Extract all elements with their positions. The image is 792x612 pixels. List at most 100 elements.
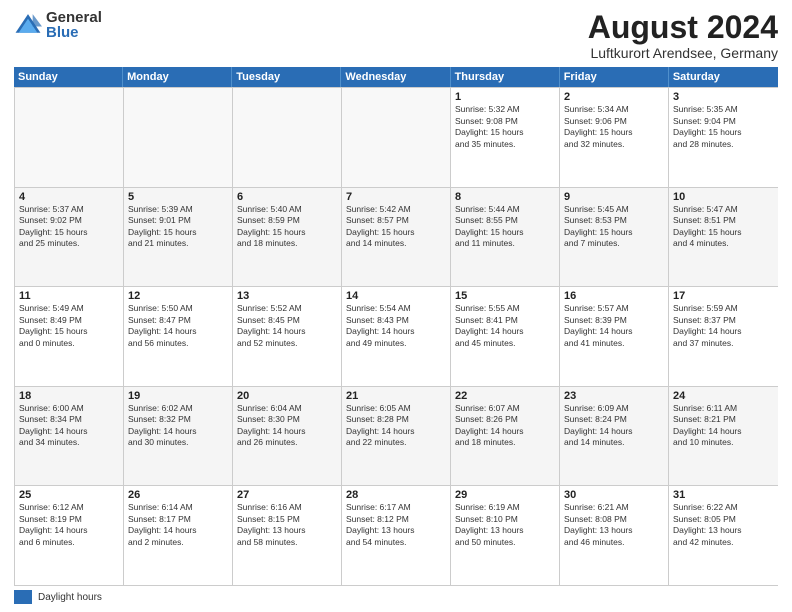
calendar-cell: 12Sunrise: 5:50 AM Sunset: 8:47 PM Dayli…: [124, 287, 233, 386]
day-info: Sunrise: 5:45 AM Sunset: 8:53 PM Dayligh…: [564, 204, 664, 250]
calendar-cell: 8Sunrise: 5:44 AM Sunset: 8:55 PM Daylig…: [451, 188, 560, 287]
day-info: Sunrise: 5:40 AM Sunset: 8:59 PM Dayligh…: [237, 204, 337, 250]
logo: General Blue: [14, 10, 102, 40]
day-info: Sunrise: 5:59 AM Sunset: 8:37 PM Dayligh…: [673, 303, 774, 349]
calendar-cell: 7Sunrise: 5:42 AM Sunset: 8:57 PM Daylig…: [342, 188, 451, 287]
calendar-cell: 21Sunrise: 6:05 AM Sunset: 8:28 PM Dayli…: [342, 387, 451, 486]
day-number: 13: [237, 290, 337, 302]
calendar-cell: [342, 88, 451, 187]
calendar-cell: 2Sunrise: 5:34 AM Sunset: 9:06 PM Daylig…: [560, 88, 669, 187]
calendar-cell: 15Sunrise: 5:55 AM Sunset: 8:41 PM Dayli…: [451, 287, 560, 386]
day-info: Sunrise: 6:19 AM Sunset: 8:10 PM Dayligh…: [455, 502, 555, 548]
day-number: 4: [19, 191, 119, 203]
day-info: Sunrise: 5:44 AM Sunset: 8:55 PM Dayligh…: [455, 204, 555, 250]
day-info: Sunrise: 5:39 AM Sunset: 9:01 PM Dayligh…: [128, 204, 228, 250]
calendar-cell: 19Sunrise: 6:02 AM Sunset: 8:32 PM Dayli…: [124, 387, 233, 486]
day-number: 31: [673, 489, 774, 501]
day-info: Sunrise: 5:57 AM Sunset: 8:39 PM Dayligh…: [564, 303, 664, 349]
calendar: SundayMondayTuesdayWednesdayThursdayFrid…: [14, 67, 778, 586]
calendar-cell: 4Sunrise: 5:37 AM Sunset: 9:02 PM Daylig…: [15, 188, 124, 287]
day-info: Sunrise: 6:22 AM Sunset: 8:05 PM Dayligh…: [673, 502, 774, 548]
calendar-cell: 28Sunrise: 6:17 AM Sunset: 8:12 PM Dayli…: [342, 486, 451, 585]
calendar-cell: 3Sunrise: 5:35 AM Sunset: 9:04 PM Daylig…: [669, 88, 778, 187]
day-number: 6: [237, 191, 337, 203]
day-info: Sunrise: 6:21 AM Sunset: 8:08 PM Dayligh…: [564, 502, 664, 548]
day-number: 22: [455, 390, 555, 402]
month-title: August 2024: [588, 10, 778, 45]
day-number: 27: [237, 489, 337, 501]
header-friday: Friday: [560, 67, 669, 87]
day-info: Sunrise: 5:54 AM Sunset: 8:43 PM Dayligh…: [346, 303, 446, 349]
daylight-color-box: [14, 590, 32, 604]
day-number: 21: [346, 390, 446, 402]
day-number: 16: [564, 290, 664, 302]
day-info: Sunrise: 5:37 AM Sunset: 9:02 PM Dayligh…: [19, 204, 119, 250]
day-number: 18: [19, 390, 119, 402]
calendar-cell: 18Sunrise: 6:00 AM Sunset: 8:34 PM Dayli…: [15, 387, 124, 486]
day-number: 26: [128, 489, 228, 501]
day-info: Sunrise: 6:17 AM Sunset: 8:12 PM Dayligh…: [346, 502, 446, 548]
day-info: Sunrise: 6:16 AM Sunset: 8:15 PM Dayligh…: [237, 502, 337, 548]
day-number: 8: [455, 191, 555, 203]
day-number: 10: [673, 191, 774, 203]
day-number: 20: [237, 390, 337, 402]
header-tuesday: Tuesday: [232, 67, 341, 87]
day-number: 15: [455, 290, 555, 302]
day-number: 11: [19, 290, 119, 302]
day-number: 29: [455, 489, 555, 501]
calendar-cell: 30Sunrise: 6:21 AM Sunset: 8:08 PM Dayli…: [560, 486, 669, 585]
day-number: 19: [128, 390, 228, 402]
calendar-cell: 11Sunrise: 5:49 AM Sunset: 8:49 PM Dayli…: [15, 287, 124, 386]
day-number: 25: [19, 489, 119, 501]
calendar-cell: 31Sunrise: 6:22 AM Sunset: 8:05 PM Dayli…: [669, 486, 778, 585]
logo-icon: [14, 11, 42, 39]
day-info: Sunrise: 5:50 AM Sunset: 8:47 PM Dayligh…: [128, 303, 228, 349]
calendar-cell: 23Sunrise: 6:09 AM Sunset: 8:24 PM Dayli…: [560, 387, 669, 486]
calendar-header: SundayMondayTuesdayWednesdayThursdayFrid…: [14, 67, 778, 87]
day-number: 9: [564, 191, 664, 203]
header-wednesday: Wednesday: [341, 67, 450, 87]
calendar-cell: 20Sunrise: 6:04 AM Sunset: 8:30 PM Dayli…: [233, 387, 342, 486]
logo-blue-text: Blue: [46, 25, 102, 40]
daylight-label: Daylight hours: [38, 592, 102, 603]
day-number: 17: [673, 290, 774, 302]
calendar-cell: 16Sunrise: 5:57 AM Sunset: 8:39 PM Dayli…: [560, 287, 669, 386]
day-info: Sunrise: 5:34 AM Sunset: 9:06 PM Dayligh…: [564, 104, 664, 150]
day-info: Sunrise: 5:55 AM Sunset: 8:41 PM Dayligh…: [455, 303, 555, 349]
calendar-cell: 6Sunrise: 5:40 AM Sunset: 8:59 PM Daylig…: [233, 188, 342, 287]
calendar-cell: [233, 88, 342, 187]
header-sunday: Sunday: [14, 67, 123, 87]
day-info: Sunrise: 5:32 AM Sunset: 9:08 PM Dayligh…: [455, 104, 555, 150]
calendar-cell: 10Sunrise: 5:47 AM Sunset: 8:51 PM Dayli…: [669, 188, 778, 287]
calendar-cell: 13Sunrise: 5:52 AM Sunset: 8:45 PM Dayli…: [233, 287, 342, 386]
day-info: Sunrise: 6:09 AM Sunset: 8:24 PM Dayligh…: [564, 403, 664, 449]
day-number: 7: [346, 191, 446, 203]
header-thursday: Thursday: [451, 67, 560, 87]
header-saturday: Saturday: [669, 67, 778, 87]
calendar-row-3: 18Sunrise: 6:00 AM Sunset: 8:34 PM Dayli…: [15, 387, 778, 487]
calendar-row-2: 11Sunrise: 5:49 AM Sunset: 8:49 PM Dayli…: [15, 287, 778, 387]
calendar-body: 1Sunrise: 5:32 AM Sunset: 9:08 PM Daylig…: [14, 87, 778, 586]
calendar-cell: 27Sunrise: 6:16 AM Sunset: 8:15 PM Dayli…: [233, 486, 342, 585]
calendar-cell: 5Sunrise: 5:39 AM Sunset: 9:01 PM Daylig…: [124, 188, 233, 287]
footer: Daylight hours: [14, 586, 778, 604]
calendar-cell: 29Sunrise: 6:19 AM Sunset: 8:10 PM Dayli…: [451, 486, 560, 585]
page-header: General Blue August 2024 Luftkurort Aren…: [14, 10, 778, 61]
calendar-cell: [124, 88, 233, 187]
day-number: 30: [564, 489, 664, 501]
day-number: 12: [128, 290, 228, 302]
calendar-cell: 22Sunrise: 6:07 AM Sunset: 8:26 PM Dayli…: [451, 387, 560, 486]
logo-general-text: General: [46, 10, 102, 25]
day-number: 28: [346, 489, 446, 501]
day-info: Sunrise: 5:49 AM Sunset: 8:49 PM Dayligh…: [19, 303, 119, 349]
calendar-cell: 1Sunrise: 5:32 AM Sunset: 9:08 PM Daylig…: [451, 88, 560, 187]
day-number: 14: [346, 290, 446, 302]
day-info: Sunrise: 5:52 AM Sunset: 8:45 PM Dayligh…: [237, 303, 337, 349]
day-info: Sunrise: 6:07 AM Sunset: 8:26 PM Dayligh…: [455, 403, 555, 449]
day-info: Sunrise: 6:04 AM Sunset: 8:30 PM Dayligh…: [237, 403, 337, 449]
calendar-cell: 14Sunrise: 5:54 AM Sunset: 8:43 PM Dayli…: [342, 287, 451, 386]
calendar-cell: 17Sunrise: 5:59 AM Sunset: 8:37 PM Dayli…: [669, 287, 778, 386]
day-info: Sunrise: 6:02 AM Sunset: 8:32 PM Dayligh…: [128, 403, 228, 449]
calendar-row-4: 25Sunrise: 6:12 AM Sunset: 8:19 PM Dayli…: [15, 486, 778, 586]
day-number: 23: [564, 390, 664, 402]
